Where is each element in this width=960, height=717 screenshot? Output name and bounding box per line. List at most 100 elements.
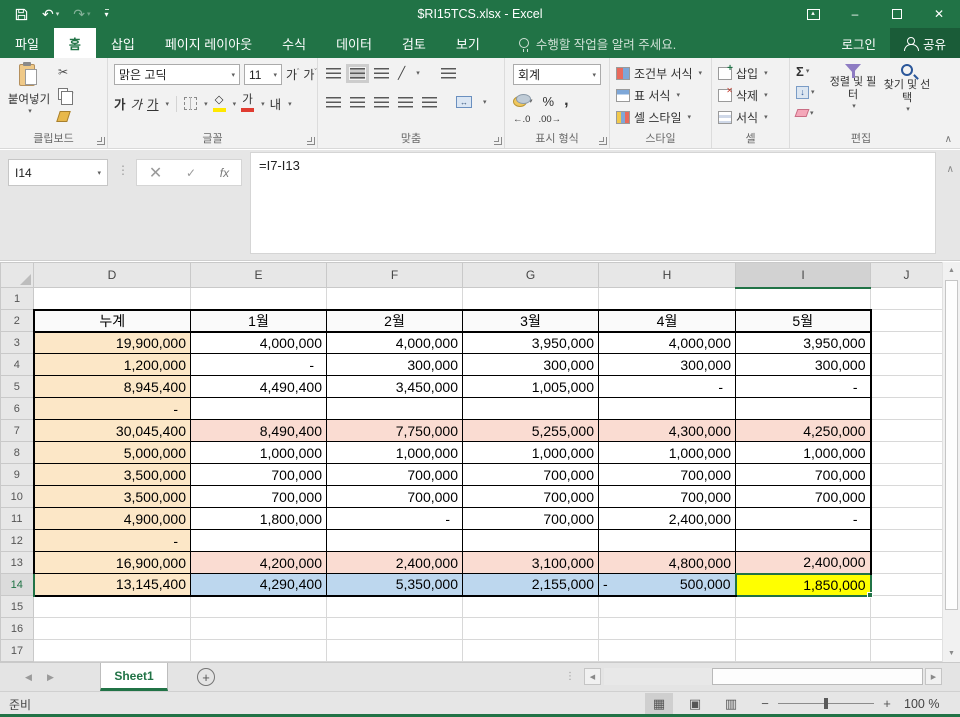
cell-J11[interactable] — [870, 507, 942, 530]
number-format-select[interactable]: 회계 ▾ — [513, 64, 601, 85]
cell-J17[interactable] — [870, 639, 942, 662]
horizontal-scrollbar-thumb[interactable] — [712, 668, 923, 685]
cell-H16[interactable] — [598, 617, 736, 640]
cell-D13[interactable]: 16,900,000 — [32, 551, 191, 574]
close-button[interactable]: ✕ — [918, 0, 960, 28]
scrollbar-resize-handle[interactable]: ⋮ — [565, 671, 576, 682]
cell-E3[interactable]: 4,000,000 — [190, 331, 327, 354]
new-sheet-button[interactable]: + — [197, 668, 215, 686]
cell-I7[interactable]: 4,250,000 — [735, 419, 872, 442]
cell-E4[interactable]: - — [190, 353, 327, 376]
collapse-ribbon-button[interactable]: ∧ — [945, 134, 952, 145]
cell-G14[interactable]: 2,155,000 — [462, 573, 599, 597]
cell-J1[interactable] — [870, 287, 942, 310]
zoom-level[interactable]: 100 % — [904, 697, 939, 711]
cell-D8[interactable]: 5,000,000 — [32, 441, 191, 464]
clear-button[interactable]: ▾ — [794, 105, 815, 121]
select-all-corner[interactable] — [0, 262, 34, 288]
cell-F10[interactable]: 700,000 — [326, 485, 463, 508]
italic-button[interactable]: 가 — [131, 94, 143, 113]
sheet-nav-left-button[interactable]: ◀ — [25, 663, 32, 691]
cell-G13[interactable]: 3,100,000 — [462, 551, 599, 574]
page-layout-view-button[interactable]: ▣ — [681, 693, 709, 714]
cell-F13[interactable]: 2,400,000 — [326, 551, 463, 574]
sheet-tab-sheet1[interactable]: Sheet1 — [100, 663, 168, 691]
sheet-nav-right-button[interactable]: ▶ — [47, 663, 54, 691]
cell-J7[interactable] — [870, 419, 942, 442]
paste-button[interactable]: 붙여넣기 ▾ — [6, 62, 52, 128]
insert-function-button[interactable]: fx — [220, 166, 229, 180]
cell-J8[interactable] — [870, 441, 942, 464]
cell-H14[interactable]: -500,000 — [598, 573, 736, 597]
cell-G1[interactable] — [462, 287, 599, 311]
ribbon-tab-view[interactable]: 보기 — [441, 28, 495, 58]
cell-styles-button[interactable]: 셀 스타일 ▾ — [610, 106, 711, 128]
cell-I6[interactable] — [735, 397, 872, 420]
ribbon-tab-insert[interactable]: 삽입 — [96, 28, 150, 58]
find-select-button[interactable]: 찾기 및 선택 ▾ — [878, 64, 936, 113]
cell-H6[interactable] — [598, 397, 736, 420]
cell-J6[interactable] — [870, 397, 942, 420]
cell-D12[interactable]: - — [32, 529, 191, 552]
row-header-3[interactable]: 3 — [0, 331, 34, 354]
ribbon-display-options-button[interactable]: ▴ — [792, 0, 834, 28]
redo-button[interactable]: ↷ ▾ — [68, 0, 95, 28]
cell-G15[interactable] — [462, 595, 599, 618]
ribbon-tab-home[interactable]: 홈 — [53, 28, 96, 58]
cell-G11[interactable]: 700,000 — [462, 507, 599, 530]
cell-F16[interactable] — [326, 617, 463, 640]
conditional-formatting-button[interactable]: 조건부 서식 ▾ — [610, 62, 711, 84]
cell-G2[interactable]: 3월 — [462, 309, 599, 333]
cell-F3[interactable]: 4,000,000 — [326, 331, 463, 354]
formula-input[interactable]: =I7-I13 — [250, 152, 936, 254]
phonetic-button[interactable]: 내 — [270, 94, 282, 113]
col-header-E[interactable]: E — [190, 262, 327, 288]
cell-J3[interactable] — [870, 331, 942, 354]
font-dialog-launcher[interactable] — [307, 137, 315, 145]
cell-F11[interactable]: - — [326, 507, 463, 530]
cell-G8[interactable]: 1,000,000 — [462, 441, 599, 464]
cell-D5[interactable]: 8,945,400 — [32, 375, 191, 398]
accounting-format-button[interactable]: ▾ — [513, 93, 533, 107]
cell-D16[interactable] — [33, 617, 191, 640]
number-dialog-launcher[interactable] — [599, 137, 607, 145]
borders-button[interactable] — [184, 97, 198, 110]
grow-font-button[interactable]: 가ˆ — [286, 66, 299, 83]
row-header-15[interactable]: 15 — [0, 595, 34, 618]
cell-D10[interactable]: 3,500,000 — [32, 485, 191, 508]
shrink-font-button[interactable]: 가ˇ — [303, 66, 316, 83]
decrease-decimal-button[interactable]: .00→ — [538, 114, 561, 125]
cell-G16[interactable] — [462, 617, 599, 640]
underline-button[interactable]: 가 — [147, 94, 159, 113]
cell-F14[interactable]: 5,350,000 — [326, 573, 463, 597]
cell-I13[interactable]: 2,400,000 — [735, 551, 872, 574]
cell-E6[interactable] — [190, 397, 327, 420]
cell-F7[interactable]: 7,750,000 — [326, 419, 463, 442]
ribbon-tab-page-layout[interactable]: 페이지 레이아웃 — [150, 28, 267, 58]
cell-E14[interactable]: 4,290,400 — [190, 573, 327, 597]
minimize-button[interactable]: – — [834, 0, 876, 28]
cell-D17[interactable] — [33, 639, 191, 662]
cell-I17[interactable] — [735, 639, 871, 662]
cell-H17[interactable] — [598, 639, 736, 662]
scroll-right-button[interactable]: ▶ — [925, 668, 942, 685]
font-size-select[interactable]: 11 ▾ — [244, 64, 282, 85]
merge-center-button[interactable]: ↔ — [456, 96, 472, 108]
font-name-select[interactable]: 맑은 고딕 ▾ — [114, 64, 240, 85]
cell-E13[interactable]: 4,200,000 — [190, 551, 327, 574]
col-header-I[interactable]: I — [735, 262, 871, 289]
cell-I4[interactable]: 300,000 — [735, 353, 872, 376]
cell-J2[interactable] — [870, 309, 942, 332]
cell-F17[interactable] — [326, 639, 463, 662]
maximize-button[interactable] — [876, 0, 918, 28]
middle-align-button[interactable] — [346, 63, 369, 83]
cell-J15[interactable] — [870, 595, 942, 618]
row-header-11[interactable]: 11 — [0, 507, 34, 530]
align-left-button[interactable] — [326, 96, 341, 108]
cell-J13[interactable] — [870, 551, 942, 574]
cell-E16[interactable] — [190, 617, 327, 640]
cell-H8[interactable]: 1,000,000 — [598, 441, 736, 464]
cell-E15[interactable] — [190, 595, 327, 618]
cell-F5[interactable]: 3,450,000 — [326, 375, 463, 398]
cell-H12[interactable] — [598, 529, 736, 552]
